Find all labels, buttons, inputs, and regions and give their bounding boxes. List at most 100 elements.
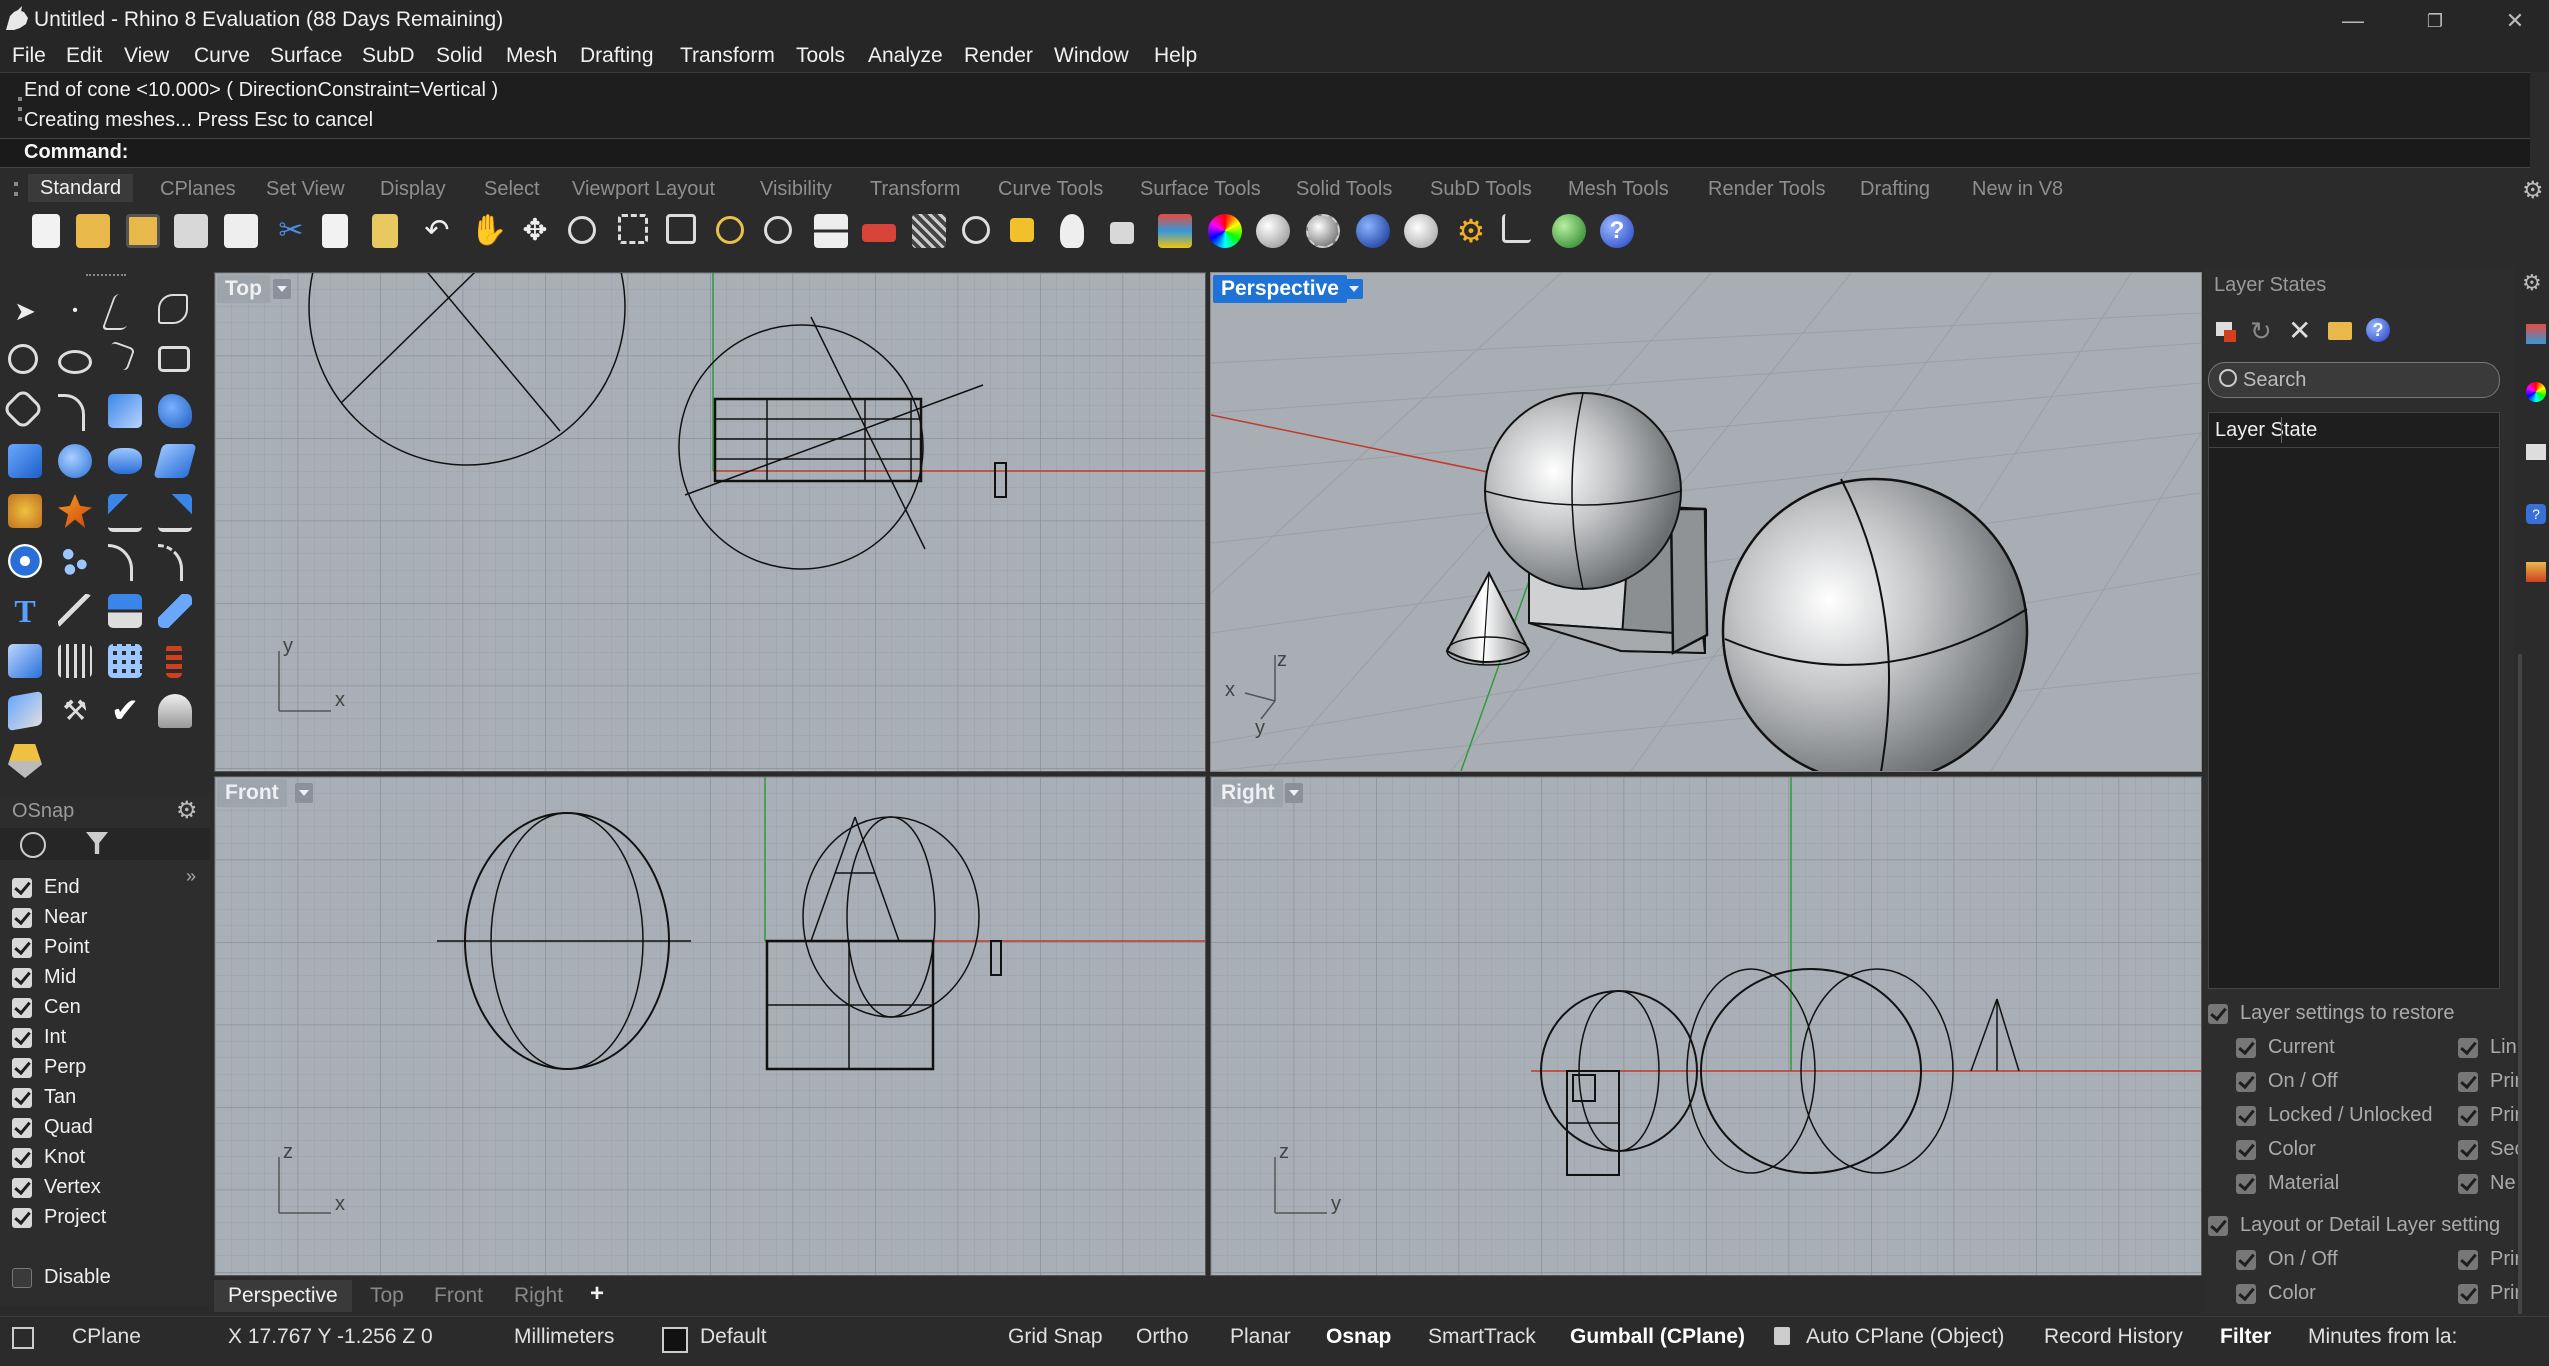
- viewport-layout-icon[interactable]: [814, 214, 848, 248]
- point-icon[interactable]: •: [58, 294, 92, 328]
- properties-icon[interactable]: [1010, 218, 1034, 242]
- layer-search-input[interactable]: Search: [2208, 362, 2500, 398]
- viewport-top[interactable]: y x Top: [214, 272, 1206, 772]
- drafting-icon[interactable]: [8, 744, 42, 778]
- linear-array-icon[interactable]: [166, 644, 182, 678]
- tab-surface-tools[interactable]: Surface Tools: [1140, 178, 1261, 201]
- shaded-icon[interactable]: [1256, 214, 1290, 248]
- rectangle-icon[interactable]: [158, 346, 190, 372]
- surface-icon[interactable]: [108, 394, 142, 428]
- checkbox[interactable]: [2208, 1004, 2228, 1024]
- menu-analyze[interactable]: Analyze: [868, 44, 943, 68]
- lock-icon[interactable]: [1110, 222, 1134, 244]
- layers-icon[interactable]: [1158, 214, 1192, 248]
- tab-visibility[interactable]: Visibility: [760, 178, 832, 201]
- restore-icon[interactable]: ↻: [2250, 316, 2272, 347]
- check-icon[interactable]: ✔: [108, 694, 142, 728]
- new-icon[interactable]: [32, 214, 60, 248]
- explode-icon[interactable]: [8, 494, 42, 528]
- checkbox[interactable]: [2458, 1174, 2478, 1194]
- render-preview-icon[interactable]: [158, 694, 192, 728]
- checkbox[interactable]: [12, 968, 32, 988]
- tab-mesh-tools[interactable]: Mesh Tools: [1568, 178, 1669, 201]
- rotate-view-icon[interactable]: ✥: [518, 214, 552, 248]
- curve-from-object-icon[interactable]: [58, 394, 85, 431]
- lock-icon[interactable]: [1774, 1327, 1790, 1345]
- polyline-icon[interactable]: [101, 294, 139, 330]
- help-panel-icon[interactable]: ?: [2526, 504, 2546, 524]
- cylinder-icon[interactable]: [108, 448, 142, 474]
- viewport-menu-dropdown-icon[interactable]: [1345, 279, 1363, 299]
- save-layer-state-icon[interactable]: [2212, 318, 2240, 346]
- tab-subd-tools[interactable]: SubD Tools: [1430, 178, 1532, 201]
- layers-panel-icon[interactable]: [2526, 324, 2546, 344]
- tab-curve-tools[interactable]: Curve Tools: [998, 178, 1103, 201]
- fillet-curves-icon[interactable]: [1, 387, 45, 431]
- menu-edit[interactable]: Edit: [66, 44, 102, 68]
- menu-file[interactable]: File: [12, 44, 46, 68]
- checkbox[interactable]: [2236, 1038, 2256, 1058]
- cplane-label[interactable]: CPlane: [72, 1325, 141, 1349]
- checkbox[interactable]: [12, 1208, 32, 1228]
- display-panel-icon[interactable]: [2526, 444, 2546, 460]
- zoom-selected-icon[interactable]: [716, 216, 744, 244]
- dimension-icon[interactable]: [1502, 214, 1531, 243]
- scrollbar[interactable]: [2518, 654, 2522, 1314]
- menu-solid[interactable]: Solid: [436, 44, 483, 68]
- osnap-settings-gear-icon[interactable]: ⚙: [176, 796, 198, 825]
- checkbox[interactable]: [12, 908, 32, 928]
- checkbox[interactable]: [2236, 1106, 2256, 1126]
- viewport-menu-dropdown-icon[interactable]: [273, 279, 291, 299]
- checkbox[interactable]: [12, 938, 32, 958]
- grid-array-icon[interactable]: [108, 644, 142, 678]
- minimize-button[interactable]: —: [2328, 4, 2378, 38]
- layer-state-list[interactable]: [2208, 448, 2500, 989]
- group-icon[interactable]: [8, 544, 42, 578]
- paste-icon[interactable]: [372, 214, 398, 248]
- color-wheel-icon[interactable]: [1208, 214, 1242, 248]
- scale-icon[interactable]: [108, 594, 142, 628]
- viewport-right[interactable]: z y Right: [1210, 776, 2202, 1276]
- mesh-array-icon[interactable]: [58, 644, 92, 678]
- vptab-perspective[interactable]: Perspective: [214, 1280, 352, 1312]
- menu-transform[interactable]: Transform: [680, 44, 775, 68]
- grid-icon[interactable]: [912, 214, 946, 248]
- planar-toggle[interactable]: Planar: [1230, 1325, 1291, 1349]
- folder-icon[interactable]: [2328, 322, 2352, 340]
- mesh-box-icon[interactable]: [8, 644, 42, 678]
- tab-drafting[interactable]: Drafting: [1860, 178, 1930, 201]
- filter-toggle[interactable]: Filter: [2220, 1325, 2271, 1349]
- checkbox[interactable]: [2458, 1250, 2478, 1270]
- polygon-icon[interactable]: [104, 340, 136, 372]
- menu-tools[interactable]: Tools: [796, 44, 845, 68]
- auto-cplane-toggle[interactable]: Auto CPlane (Object): [1806, 1325, 2004, 1349]
- globe-icon[interactable]: [1552, 214, 1586, 248]
- print-icon[interactable]: [174, 214, 208, 248]
- cplane-toggle-icon[interactable]: [12, 1327, 34, 1349]
- checkbox[interactable]: [2458, 1284, 2478, 1304]
- zoom-window-icon[interactable]: [618, 214, 648, 244]
- panel-settings-gear-icon[interactable]: ⚙: [2522, 270, 2542, 296]
- viewport-menu-dropdown-icon[interactable]: [295, 783, 313, 803]
- menu-curve[interactable]: Curve: [194, 44, 250, 68]
- array-icon[interactable]: [58, 544, 92, 578]
- menu-view[interactable]: View: [124, 44, 169, 68]
- checkbox[interactable]: [2236, 1284, 2256, 1304]
- extrude-icon[interactable]: [153, 444, 197, 478]
- select-arrow-icon[interactable]: ➤: [8, 294, 42, 328]
- smarttrack-toggle[interactable]: SmartTrack: [1428, 1325, 1536, 1349]
- checkbox[interactable]: [12, 878, 32, 898]
- split-icon[interactable]: [158, 494, 192, 532]
- materials-panel-icon[interactable]: [2526, 382, 2546, 402]
- command-line[interactable]: Command:: [0, 138, 2530, 168]
- open-icon[interactable]: [76, 214, 110, 248]
- checkbox[interactable]: [2458, 1072, 2478, 1092]
- vptab-front[interactable]: Front: [434, 1284, 483, 1308]
- checkbox[interactable]: [12, 1058, 32, 1078]
- menu-mesh[interactable]: Mesh: [506, 44, 557, 68]
- text-icon[interactable]: T: [8, 594, 42, 628]
- import-icon[interactable]: [224, 214, 258, 248]
- curve-icon[interactable]: [158, 294, 188, 324]
- checkbox[interactable]: [12, 1148, 32, 1168]
- viewport-right-label[interactable]: Right: [1213, 779, 1283, 807]
